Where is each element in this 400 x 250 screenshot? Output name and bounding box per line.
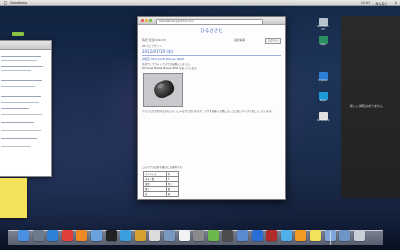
desktop-icon-screenshot[interactable]: Screenshot	[317, 112, 329, 123]
text-line	[1, 130, 41, 131]
vlc-icon[interactable]	[295, 230, 307, 241]
desktop-icon-macintosh-hd[interactable]: Macintosh HD	[317, 18, 329, 31]
table-cell: 黒	[165, 191, 180, 197]
dock-separator	[330, 231, 331, 245]
desktop-icon-label: Screenshot	[317, 119, 330, 122]
text-line	[1, 56, 41, 57]
twitter-icon[interactable]	[280, 230, 292, 241]
desktop-icon-dropbox[interactable]: Dropbox	[317, 72, 329, 83]
editor-titlebar[interactable]	[0, 41, 51, 50]
settings-icon[interactable]	[193, 230, 205, 241]
text-line	[1, 70, 31, 71]
browser-window[interactable]: hakodate.blog119.fc2.com ひるささと 晴天 気温(201…	[137, 16, 286, 200]
text-line	[1, 66, 43, 67]
preview-icon[interactable]	[164, 230, 175, 241]
mouse-photo[interactable]	[143, 73, 183, 107]
divider	[142, 55, 281, 56]
desktop-icon-label: Apps	[320, 43, 326, 46]
post-paragraph-line: Windows Mobile Mouse 3000 を使っています。	[142, 67, 199, 70]
post-title[interactable]: [対応] Microsoft Mouse 3000	[142, 57, 184, 61]
ical-icon[interactable]	[149, 230, 161, 241]
mouse-image	[151, 77, 177, 101]
desktop-icon-label: Dropbox	[318, 79, 328, 82]
dock	[8, 230, 383, 245]
textedit-icon[interactable]	[178, 230, 190, 241]
editor-body[interactable]	[0, 50, 51, 176]
text-line	[1, 80, 42, 81]
menu-bar:  Omnifocus 12:07 みんなと ⚲	[0, 0, 400, 6]
adobe-icon[interactable]	[266, 230, 278, 241]
search-icon[interactable]: ⚲	[395, 1, 397, 5]
photos-icon[interactable]	[134, 230, 146, 241]
menu-app-name[interactable]: Omnifocus	[10, 1, 27, 5]
text-line	[1, 96, 41, 97]
evernote-icon[interactable]	[207, 230, 219, 241]
text-line	[1, 122, 34, 123]
firefox-icon[interactable]	[76, 230, 88, 241]
blog-title[interactable]: ひるささと	[138, 28, 285, 34]
dictionary-icon[interactable]	[222, 230, 234, 241]
text-line	[1, 108, 29, 109]
xcode-icon[interactable]	[237, 230, 248, 241]
chrome-icon[interactable]	[61, 230, 73, 241]
address-text: hakodate.blog119.fc2.com	[159, 19, 194, 23]
post-paragraph: このマウスは持ち運びにも便利です。	[142, 166, 185, 169]
finder-icon[interactable]	[18, 230, 29, 241]
browser-titlebar[interactable]: hakodate.blog119.fc2.com	[138, 17, 285, 25]
text-line	[1, 114, 42, 115]
zoom-button[interactable]	[149, 19, 152, 22]
text-line	[1, 102, 39, 103]
editor-window[interactable]	[0, 40, 52, 177]
apple-icon[interactable]: 	[4, 0, 6, 5]
text-line	[1, 60, 37, 61]
blog-meta-left: 晴天 気温(2012.8)	[142, 38, 167, 42]
notification-empty-text: 新しい通知はありません	[350, 104, 383, 108]
desktop-icon-apps[interactable]: Apps	[317, 36, 329, 47]
spec-table: ワイヤレス 有 ボタン数 3 電池 単三 重さ 軽 色 黒	[143, 171, 180, 197]
terminal-icon[interactable]	[105, 230, 117, 241]
safari-icon[interactable]	[47, 230, 59, 241]
stickies-icon[interactable]	[310, 230, 321, 241]
text-line	[1, 146, 31, 147]
desktop-icon-label: Macintosh HD	[317, 25, 329, 31]
itunes-icon[interactable]	[120, 230, 132, 241]
table-row: 色 黒	[143, 191, 180, 197]
table-cell: 色	[143, 191, 167, 197]
downloads-icon[interactable]	[339, 230, 351, 241]
blog-subline: PR ウェブサイト	[142, 45, 162, 48]
text-line	[1, 138, 37, 139]
login-button[interactable]: ログイン	[265, 37, 281, 44]
desktop-icon-label: Skype	[319, 99, 327, 102]
menu-clock[interactable]: 12:07	[361, 1, 370, 5]
launchpad-icon[interactable]	[32, 230, 44, 241]
web-page[interactable]: ひるささと 晴天 気温(2012.8) 最新情報 ログイン PR ウェブサイト …	[138, 25, 285, 199]
sticky-note[interactable]	[0, 178, 27, 218]
text-line	[1, 86, 35, 87]
trash-icon[interactable]	[353, 230, 365, 241]
itunes-store-icon[interactable]	[251, 230, 263, 241]
minimize-button[interactable]	[145, 19, 148, 22]
mail-icon[interactable]	[91, 230, 102, 241]
desktop-icon-skype[interactable]: Skype	[317, 92, 329, 103]
status-indicator	[12, 32, 24, 36]
address-bar[interactable]: hakodate.blog119.fc2.com	[156, 18, 263, 25]
post-paragraph: 小さいとか言われる方もいらっしゃるかと思いますが、マウスを握った際にちょうど良い…	[142, 110, 274, 113]
blog-meta-right: 最新情報	[234, 38, 246, 42]
menu-user[interactable]: みんなと	[375, 1, 388, 6]
close-button[interactable]	[141, 19, 144, 22]
